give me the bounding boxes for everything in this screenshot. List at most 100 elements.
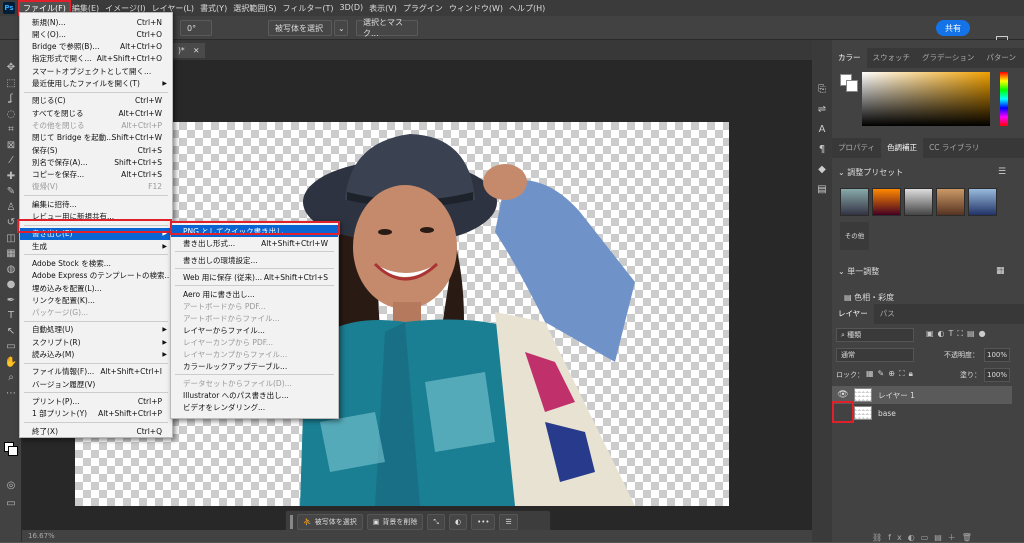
select-and-mask-button[interactable]: 選択とマスク... <box>356 18 418 38</box>
adjust-icon[interactable]: ⇌ <box>816 104 828 115</box>
menu-item[interactable]: Bridge で参照(B)... Alt+Ctrl+O <box>20 41 172 53</box>
menu-item[interactable]: 最近使用したファイルを開く(T) ▶ <box>20 78 172 90</box>
pen-icon[interactable]: ✒ <box>4 295 18 306</box>
menu-item[interactable]: 指定形式で開く... Alt+Shift+Ctrl+O <box>20 53 172 65</box>
hue-slider[interactable] <box>1000 72 1008 126</box>
menu-item[interactable]: カラールックアップテーブル... <box>171 360 338 372</box>
menu-item[interactable]: リンクを配置(K)... <box>20 294 172 306</box>
quick-mask-icon[interactable]: ◎ <box>4 480 18 491</box>
menu-item[interactable]: バージョン履歴(V) <box>20 378 172 390</box>
menu-item[interactable]: 開く(O)... Ctrl+O <box>20 28 172 40</box>
menu-item[interactable]: 閉じて Bridge を起動... Shift+Ctrl+W <box>20 132 172 144</box>
eyedropper-icon[interactable]: ⁄ <box>4 155 18 166</box>
move-icon[interactable]: ✥ <box>4 62 18 73</box>
menu-item[interactable]: すべてを閉じる Alt+Ctrl+W <box>20 107 172 119</box>
close-icon[interactable]: ✕ <box>193 46 199 55</box>
color-field[interactable] <box>862 72 990 126</box>
visibility-eye-icon[interactable]: 👁︎ <box>832 390 854 400</box>
character-icon[interactable]: A <box>816 124 828 135</box>
select-subject-ctx-button[interactable]: ⛹ 被写体を選択 <box>297 514 363 530</box>
tab-adjust_tabs-1[interactable]: 色調補正 <box>881 138 924 158</box>
grid-view-icon[interactable]: ▦ <box>996 266 1005 276</box>
menu-8[interactable]: 表示(V) <box>366 2 400 15</box>
tab-color_tabs-1[interactable]: スウォッチ <box>867 48 917 68</box>
menu-item[interactable]: 終了(X) Ctrl+Q <box>20 425 172 437</box>
contrast-icon[interactable]: ◐ <box>448 514 468 530</box>
background-color[interactable] <box>846 80 858 92</box>
menu-item[interactable]: レイヤーからファイル... <box>171 324 338 336</box>
menu-10[interactable]: ウィンドウ(W) <box>446 2 506 15</box>
more-tools-icon[interactable]: ⋯ <box>4 388 18 399</box>
frame-icon[interactable]: ⊠ <box>4 140 18 151</box>
menu-item[interactable]: 生成 ▶ <box>20 240 172 252</box>
menu-item[interactable]: Web 用に保存 (従来)... Alt+Shift+Ctrl+S <box>171 271 338 283</box>
menu-item[interactable]: スマートオブジェクトとして開く... <box>20 65 172 77</box>
menu-item[interactable]: 書き出し形式... Alt+Shift+Ctrl+W <box>171 237 338 249</box>
document-tab[interactable]: )* ✕ <box>172 43 206 58</box>
select-subject-button[interactable]: 被写体を選択 <box>268 20 332 36</box>
menu-item[interactable]: 別名で保存(A)... Shift+Ctrl+S <box>20 156 172 168</box>
tab-color_tabs-3[interactable]: パターン <box>980 48 1022 68</box>
menu-item[interactable]: 自動処理(U) ▶ <box>20 324 172 336</box>
lock-icons[interactable]: ▦✎⊕⛶🔒︎ <box>866 369 917 379</box>
blur-icon[interactable]: ◍ <box>4 264 18 275</box>
remove-background-button[interactable]: ▣ 背景を削除 <box>366 514 424 530</box>
tab-color_tabs-2[interactable]: グラデーション <box>916 48 980 68</box>
menu-item[interactable]: コピーを保存... Alt+Ctrl+S <box>20 169 172 181</box>
menu-5[interactable]: 選択範囲(S) <box>230 2 279 15</box>
zoom-icon[interactable]: ⌕ <box>4 372 18 383</box>
shape-icon[interactable]: ▭ <box>4 341 18 352</box>
transform-icon[interactable]: ⤡ <box>427 514 445 530</box>
menu-item[interactable]: 新規(N)... Ctrl+N <box>20 16 172 28</box>
layer-row[interactable]: 👁︎ レイヤー 1 <box>832 386 1012 404</box>
menu-7[interactable]: 3D(D) <box>337 2 367 15</box>
crop-icon[interactable]: ⌗ <box>4 124 18 135</box>
preset-thumb[interactable] <box>872 188 901 216</box>
menu-item[interactable]: Illustrator へのパス書き出し... <box>171 389 338 401</box>
preset-thumb[interactable] <box>904 188 933 216</box>
libraries-icon[interactable]: ▤ <box>816 184 828 195</box>
menu-item[interactable]: 1 部プリント(Y) Alt+Shift+Ctrl+P <box>20 408 172 420</box>
lasso-icon[interactable]: ʆ <box>4 93 18 104</box>
menu-item[interactable]: 編集に招待... <box>20 198 172 210</box>
angle-field[interactable]: 0° <box>180 20 212 36</box>
menu-6[interactable]: フィルター(T) <box>280 2 337 15</box>
menu-item[interactable]: 保存(S) Ctrl+S <box>20 144 172 156</box>
dodge-icon[interactable]: ● <box>4 279 18 290</box>
path-select-icon[interactable]: ↖ <box>4 326 18 337</box>
layer-row[interactable]: base <box>832 404 1012 422</box>
tab-color_tabs-0[interactable]: カラー <box>832 48 867 68</box>
layer-filter-icons[interactable]: ▣◐T⛶▤● <box>926 329 990 339</box>
preset-thumb[interactable] <box>968 188 997 216</box>
brush-icon[interactable]: ✎ <box>4 186 18 197</box>
layer-filter-select[interactable]: ⌕ 種類 <box>836 328 914 342</box>
presets-header[interactable]: ⌄ 調整プリセット <box>838 167 903 178</box>
menu-item[interactable]: 埋め込みを配置(L)... <box>20 282 172 294</box>
fill-field[interactable]: 100% <box>984 368 1010 382</box>
menu-item[interactable]: プリント(P)... Ctrl+P <box>20 395 172 407</box>
gradient-icon[interactable]: ▦ <box>4 248 18 259</box>
menu-item[interactable]: 読み込み(M) ▶ <box>20 349 172 361</box>
list-view-icon[interactable]: ☰ <box>998 167 1006 177</box>
paragraph-icon[interactable]: ¶ <box>816 144 828 155</box>
screen-mode-icon[interactable]: ▭ <box>4 498 18 509</box>
marquee-icon[interactable]: ⬚ <box>4 78 18 89</box>
menu-item[interactable]: ファイル情報(F)... Alt+Shift+Ctrl+I <box>20 366 172 378</box>
settings-icon[interactable]: ☰ <box>499 514 518 530</box>
shapes-icon[interactable]: ◆ <box>816 164 828 175</box>
menu-item[interactable]: Adobe Express のテンプレートの検索... <box>20 270 172 282</box>
menu-item[interactable]: スクリプト(R) ▶ <box>20 336 172 348</box>
opacity-field[interactable]: 100% <box>984 348 1010 362</box>
menu-item[interactable]: Aero 用に書き出し... <box>171 288 338 300</box>
healing-icon[interactable]: ✚ <box>4 171 18 182</box>
history-icon[interactable]: ⎘ <box>816 84 828 95</box>
eraser-icon[interactable]: ◫ <box>4 233 18 244</box>
tab-layer_tabs-0[interactable]: レイヤー <box>832 304 874 324</box>
menu-9[interactable]: プラグイン <box>400 2 446 15</box>
menu-4[interactable]: 書式(Y) <box>197 2 230 15</box>
hand-icon[interactable]: ✋ <box>4 357 18 368</box>
select-subject-dropdown[interactable]: ⌄ <box>334 20 348 36</box>
drag-handle[interactable] <box>290 515 293 529</box>
tab-adjust_tabs-2[interactable]: CC ライブラリ <box>923 138 985 158</box>
preset-thumb[interactable] <box>936 188 965 216</box>
